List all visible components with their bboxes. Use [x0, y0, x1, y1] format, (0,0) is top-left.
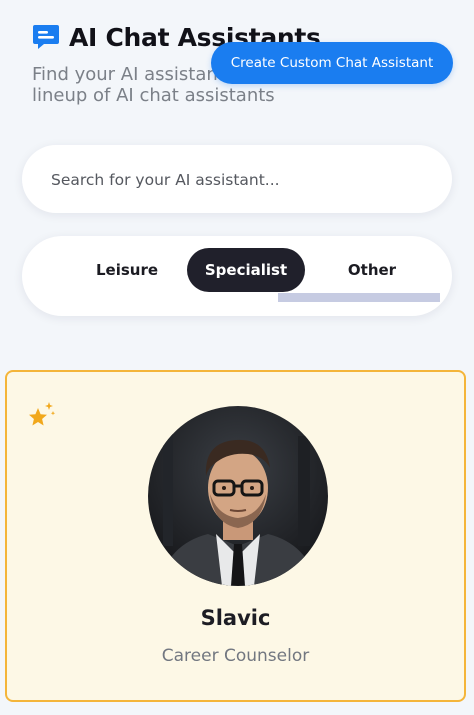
sparkle-stars-icon — [29, 402, 56, 426]
category-tabs: Leisure Specialist Other — [22, 236, 452, 316]
tab-specialist[interactable]: Specialist — [187, 248, 305, 292]
assistant-card[interactable]: Slavic Career Counselor — [5, 370, 466, 702]
tab-scroll-indicator — [278, 293, 440, 302]
assistant-avatar — [148, 406, 328, 586]
chat-bubble-icon — [33, 25, 59, 49]
tab-other[interactable]: Other — [322, 248, 422, 292]
tab-leisure[interactable]: Leisure — [77, 248, 177, 292]
search-input[interactable] — [49, 145, 423, 215]
assistant-name: Slavic — [200, 606, 271, 630]
create-custom-assistant-button[interactable]: Create Custom Chat Assistant — [211, 42, 453, 84]
search-box — [22, 145, 452, 215]
assistant-role: Career Counselor — [161, 646, 310, 666]
